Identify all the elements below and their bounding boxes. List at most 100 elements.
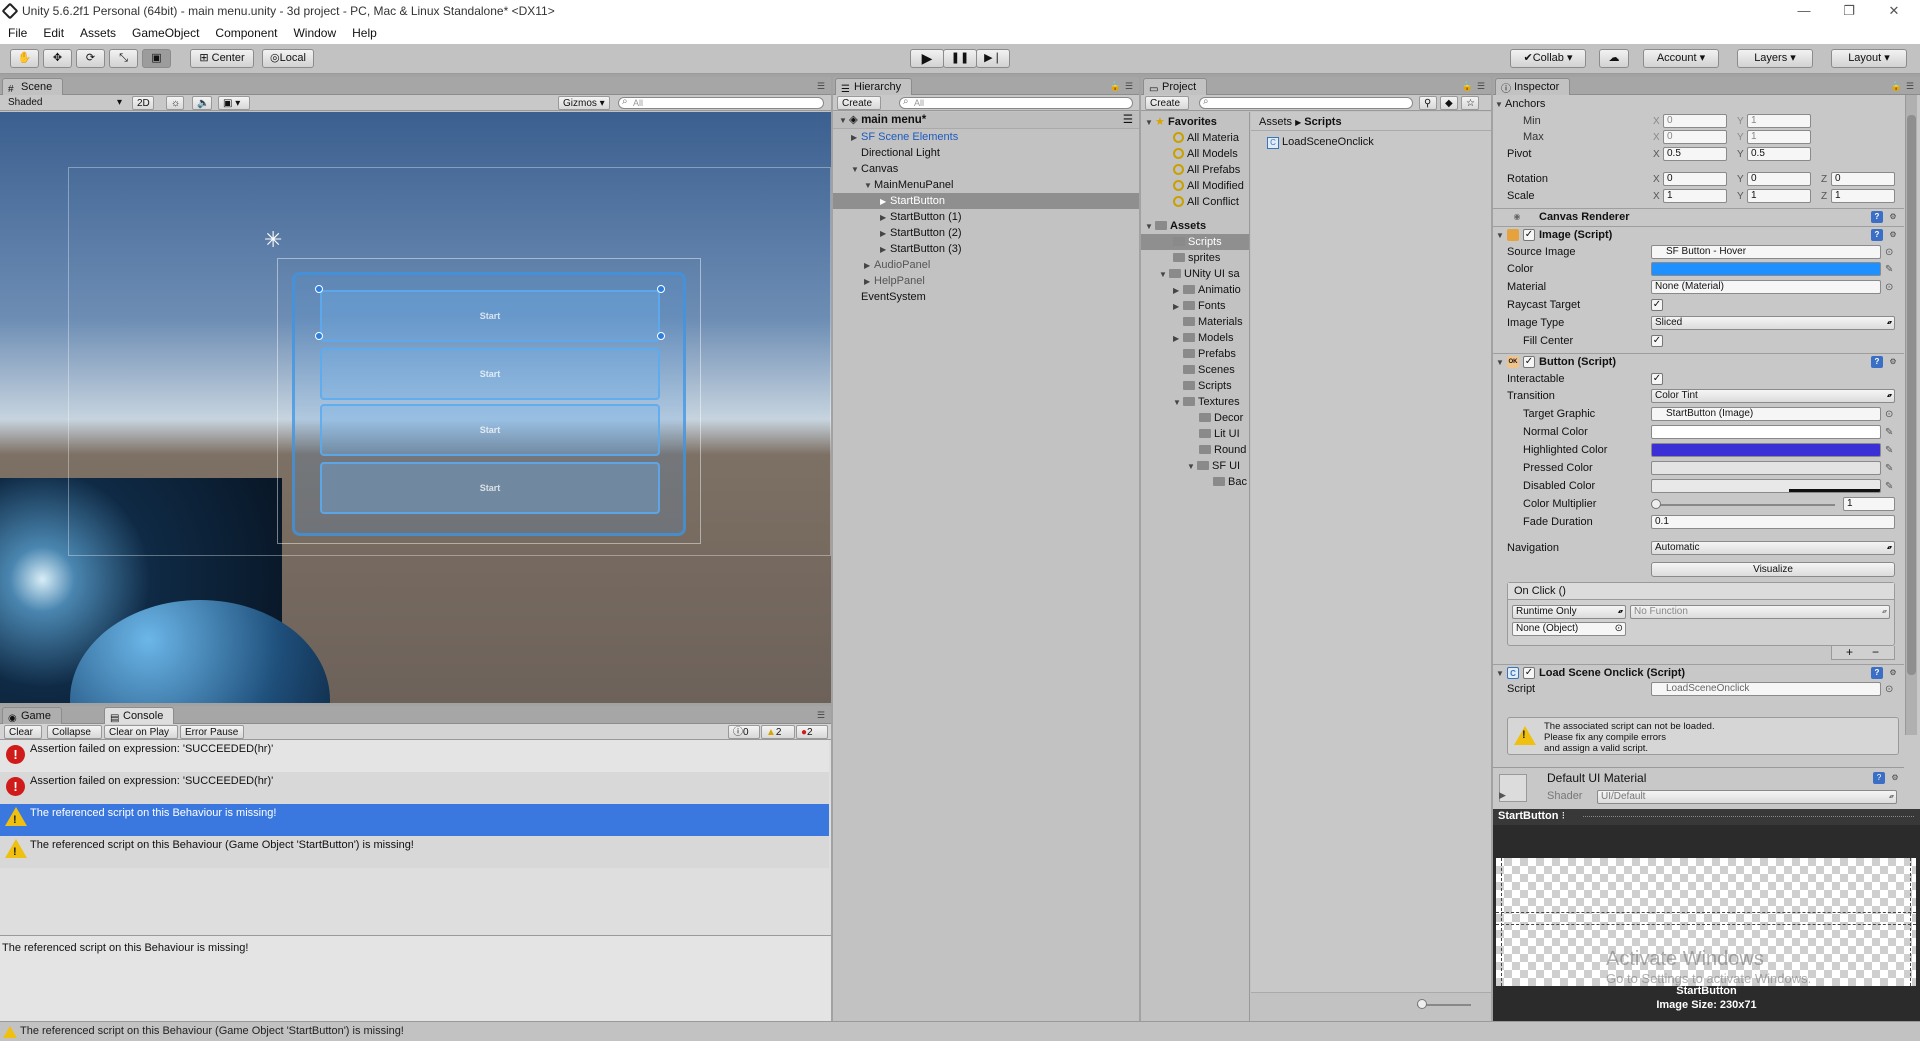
tab-hierarchy[interactable]: ☰ Hierarchy xyxy=(835,78,913,95)
tab-inspector[interactable]: ⓘ Inspector xyxy=(1495,78,1571,95)
info-filter-toggle[interactable]: ⓘ0 xyxy=(728,725,760,739)
warning-filter-toggle[interactable]: ▲2 xyxy=(761,725,795,739)
lock-icon[interactable]: 🔒 xyxy=(1110,81,1121,92)
raycast-checkbox[interactable]: ✓ xyxy=(1651,299,1663,311)
min-x-field[interactable]: 0 xyxy=(1663,114,1727,128)
move-tool-icon[interactable]: ✥ xyxy=(43,49,72,68)
hierarchy-item[interactable]: ▶ StartButton (1) xyxy=(880,209,962,225)
error-filter-toggle[interactable]: ●2 xyxy=(796,725,828,739)
panel-menu-icon[interactable]: ☰ xyxy=(1125,81,1133,92)
favorites-header[interactable]: ▼ ★ Favorites xyxy=(1145,114,1217,130)
gear-icon[interactable]: ⚙ xyxy=(1887,229,1899,241)
color-multiplier-field[interactable]: 1 xyxy=(1843,497,1895,511)
image-enabled-checkbox[interactable]: ✓ xyxy=(1523,229,1535,241)
menu-gameobject[interactable]: GameObject xyxy=(129,24,202,43)
folder-item[interactable]: ▶ Fonts xyxy=(1173,298,1226,314)
help-icon[interactable]: ? xyxy=(1871,356,1883,368)
rect-tool-icon[interactable]: ▣ xyxy=(142,49,171,68)
normal-color-swatch[interactable] xyxy=(1651,425,1881,439)
favorite-item[interactable]: All Prefabs xyxy=(1173,162,1240,178)
shading-dropdown[interactable]: Shaded ▾ xyxy=(4,96,124,110)
gizmos-dropdown[interactable]: Gizmos ▾ xyxy=(558,96,610,110)
source-image-field[interactable]: SF Button - Hover xyxy=(1651,245,1881,259)
menu-file[interactable]: File xyxy=(5,24,30,43)
button-enabled-checkbox[interactable]: ✓ xyxy=(1523,356,1535,368)
rect-handle[interactable] xyxy=(657,332,665,340)
fill-center-checkbox[interactable]: ✓ xyxy=(1651,335,1663,347)
panel-menu-icon[interactable]: ☰ xyxy=(817,81,825,92)
console-log-row[interactable]: ! The referenced script on this Behaviour… xyxy=(0,804,829,836)
folder-item[interactable]: ▼ UNity UI sa xyxy=(1159,266,1240,282)
play-button[interactable]: ▶ xyxy=(910,49,944,68)
favorite-star-icon[interactable]: ☆ xyxy=(1461,96,1479,110)
image-type-dropdown[interactable]: Sliced xyxy=(1651,316,1895,330)
breadcrumb-item[interactable]: Scripts xyxy=(1304,116,1341,128)
add-event-button[interactable]: + xyxy=(1846,646,1853,658)
image-script-header[interactable]: ▼ ✓ Image (Script) ? ⚙ xyxy=(1493,226,1904,244)
maximize-icon[interactable]: ❐ xyxy=(1827,0,1871,24)
scrollbar-thumb[interactable] xyxy=(1907,115,1916,675)
tab-scene[interactable]: # Scene xyxy=(2,78,64,95)
pause-button[interactable]: ❚❚ xyxy=(943,49,977,68)
hierarchy-item[interactable]: ▶ AudioPanel xyxy=(864,257,930,273)
eyedropper-icon[interactable]: ✎ xyxy=(1885,479,1893,494)
gear-icon[interactable]: ⚙ xyxy=(1887,211,1899,223)
console-log-row[interactable]: ! The referenced script on this Behaviour… xyxy=(0,836,829,868)
tab-game[interactable]: ◉ Game xyxy=(2,707,62,724)
hierarchy-item[interactable]: EventSystem xyxy=(861,289,926,305)
rect-handle[interactable] xyxy=(657,285,665,293)
minimize-icon[interactable]: — xyxy=(1782,0,1826,24)
console-log-row[interactable]: ! Assertion failed on expression: 'SUCCEE… xyxy=(0,740,829,772)
object-picker-icon[interactable]: ⊙ xyxy=(1885,682,1893,697)
hierarchy-item[interactable]: ▶ StartButton (2) xyxy=(880,225,962,241)
hierarchy-search-input[interactable]: All xyxy=(899,97,1133,109)
object-picker-icon[interactable]: ⊙ xyxy=(1885,280,1893,295)
scene-start-button[interactable]: Start xyxy=(320,348,660,400)
folder-item[interactable]: ▼ Textures xyxy=(1173,394,1240,410)
remove-event-button[interactable]: − xyxy=(1872,646,1879,658)
collapse-button[interactable]: Collapse xyxy=(47,725,102,739)
folder-item[interactable]: Round xyxy=(1199,442,1246,458)
lock-icon[interactable]: 🔒 xyxy=(1462,81,1473,92)
gear-icon[interactable]: ⚙ xyxy=(1887,356,1899,368)
scene-viewport[interactable]: ✳ Start Start Start Start xyxy=(0,112,831,703)
disabled-color-swatch[interactable] xyxy=(1651,479,1881,493)
project-search-input[interactable] xyxy=(1199,97,1413,109)
filter-type-icon[interactable]: ⚲ xyxy=(1419,96,1437,110)
favorite-item[interactable]: All Materia xyxy=(1173,130,1239,146)
rotate-tool-icon[interactable]: ⟳ xyxy=(76,49,105,68)
eyedropper-icon[interactable]: ✎ xyxy=(1885,461,1893,476)
folder-item[interactable]: Prefabs xyxy=(1183,346,1236,362)
object-picker-icon[interactable]: ⊙ xyxy=(1885,407,1893,422)
folder-item[interactable]: Materials xyxy=(1183,314,1243,330)
collapse-arrow-icon[interactable]: ▶ xyxy=(1499,790,1506,801)
runtime-dropdown[interactable]: Runtime Only xyxy=(1512,605,1626,619)
script-field[interactable]: LoadSceneOnclick xyxy=(1651,682,1881,696)
color-swatch[interactable] xyxy=(1651,262,1881,276)
pivot-local-button[interactable]: ◎Local xyxy=(262,49,314,68)
scale-x-field[interactable]: 1 xyxy=(1663,189,1727,203)
min-y-field[interactable]: 1 xyxy=(1747,114,1811,128)
script-enabled-checkbox[interactable]: ✓ xyxy=(1523,667,1535,679)
scene-search-input[interactable]: All xyxy=(618,97,824,109)
eyedropper-icon[interactable]: ✎ xyxy=(1885,443,1893,458)
hierarchy-item[interactable]: ▼ MainMenuPanel xyxy=(864,177,954,193)
folder-item[interactable]: Scripts xyxy=(1183,378,1232,394)
pivot-center-button[interactable]: ⊞ Center xyxy=(190,49,254,68)
effects-icon[interactable]: ▣ ▾ xyxy=(218,96,250,110)
tab-project[interactable]: ▭ Project xyxy=(1143,78,1208,95)
folder-item-selected[interactable]: Scripts xyxy=(1141,234,1249,250)
zoom-slider-thumb[interactable] xyxy=(1417,999,1427,1009)
rect-handle[interactable] xyxy=(315,285,323,293)
favorite-item[interactable]: All Conflict xyxy=(1173,194,1239,210)
cloud-icon[interactable]: ☁ xyxy=(1599,49,1629,68)
folder-item[interactable]: Bac xyxy=(1213,474,1247,490)
favorite-item[interactable]: All Models xyxy=(1173,146,1238,162)
load-scene-script-header[interactable]: ▼ C ✓ Load Scene Onclick (Script) ? ⚙ xyxy=(1493,664,1904,682)
assets-header[interactable]: ▼ Assets xyxy=(1145,218,1206,234)
panel-menu-icon[interactable]: ☰ xyxy=(1477,81,1485,92)
highlighted-color-swatch[interactable] xyxy=(1651,443,1881,457)
menu-help[interactable]: Help xyxy=(349,24,380,43)
target-graphic-field[interactable]: StartButton (Image) xyxy=(1651,407,1881,421)
panel-menu-icon[interactable]: ☰ xyxy=(817,710,825,721)
